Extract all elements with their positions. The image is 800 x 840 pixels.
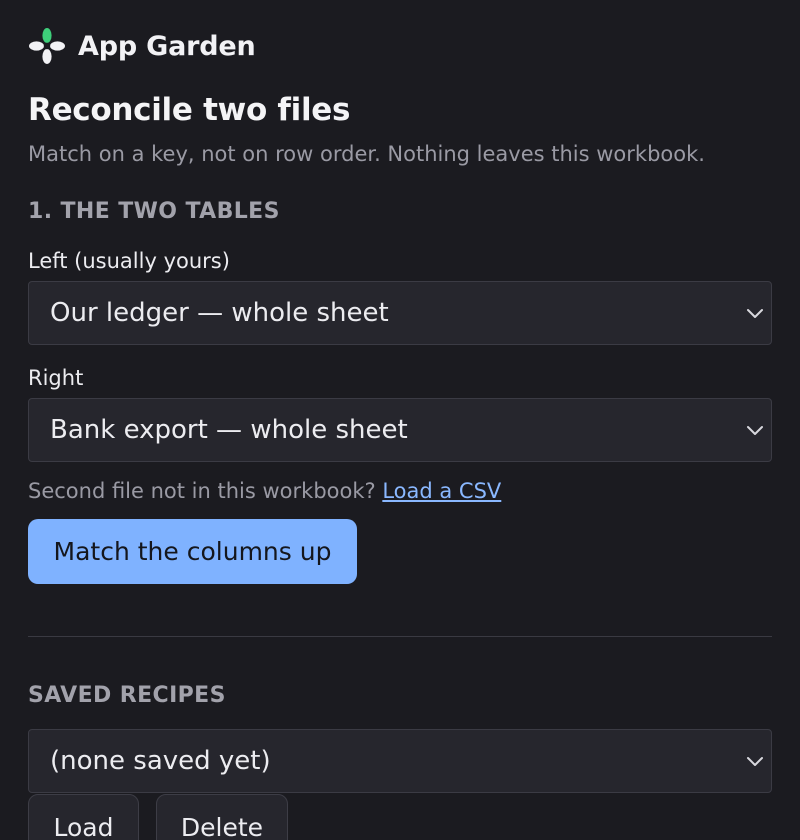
load-recipe-button[interactable]: Load [28,794,139,840]
page-subtitle: Match on a key, not on row order. Nothin… [28,142,705,166]
right-table-selected-value: Bank export — whole sheet [50,415,408,445]
clover-flower-icon [28,27,66,65]
app-name: App Garden [78,30,256,62]
section-heading-saved-recipes: SAVED RECIPES [28,683,226,708]
saved-recipes-select[interactable]: (none saved yet) [28,729,772,793]
load-csv-link[interactable]: Load a CSV [382,479,501,503]
match-columns-button[interactable]: Match the columns up [28,519,357,584]
delete-recipe-button[interactable]: Delete [156,794,288,840]
chevron-down-icon [745,751,765,771]
chevron-down-icon [745,303,765,323]
app-brand: App Garden [28,24,256,68]
csv-hint-text: Second file not in this workbook? [28,479,383,503]
page-title: Reconcile two files [28,92,351,128]
csv-hint: Second file not in this workbook? Load a… [28,479,501,503]
reconcile-panel: App Garden Reconcile two files Match on … [0,0,800,840]
left-table-select[interactable]: Our ledger — whole sheet [28,281,772,345]
left-table-selected-value: Our ledger — whole sheet [50,298,389,328]
saved-recipes-selected-value: (none saved yet) [50,746,271,776]
section-divider [28,636,772,637]
section-heading-two-tables: 1. THE TWO TABLES [28,199,280,224]
left-table-label: Left (usually yours) [28,249,230,273]
right-table-select[interactable]: Bank export — whole sheet [28,398,772,462]
right-table-label: Right [28,366,84,390]
chevron-down-icon [745,420,765,440]
